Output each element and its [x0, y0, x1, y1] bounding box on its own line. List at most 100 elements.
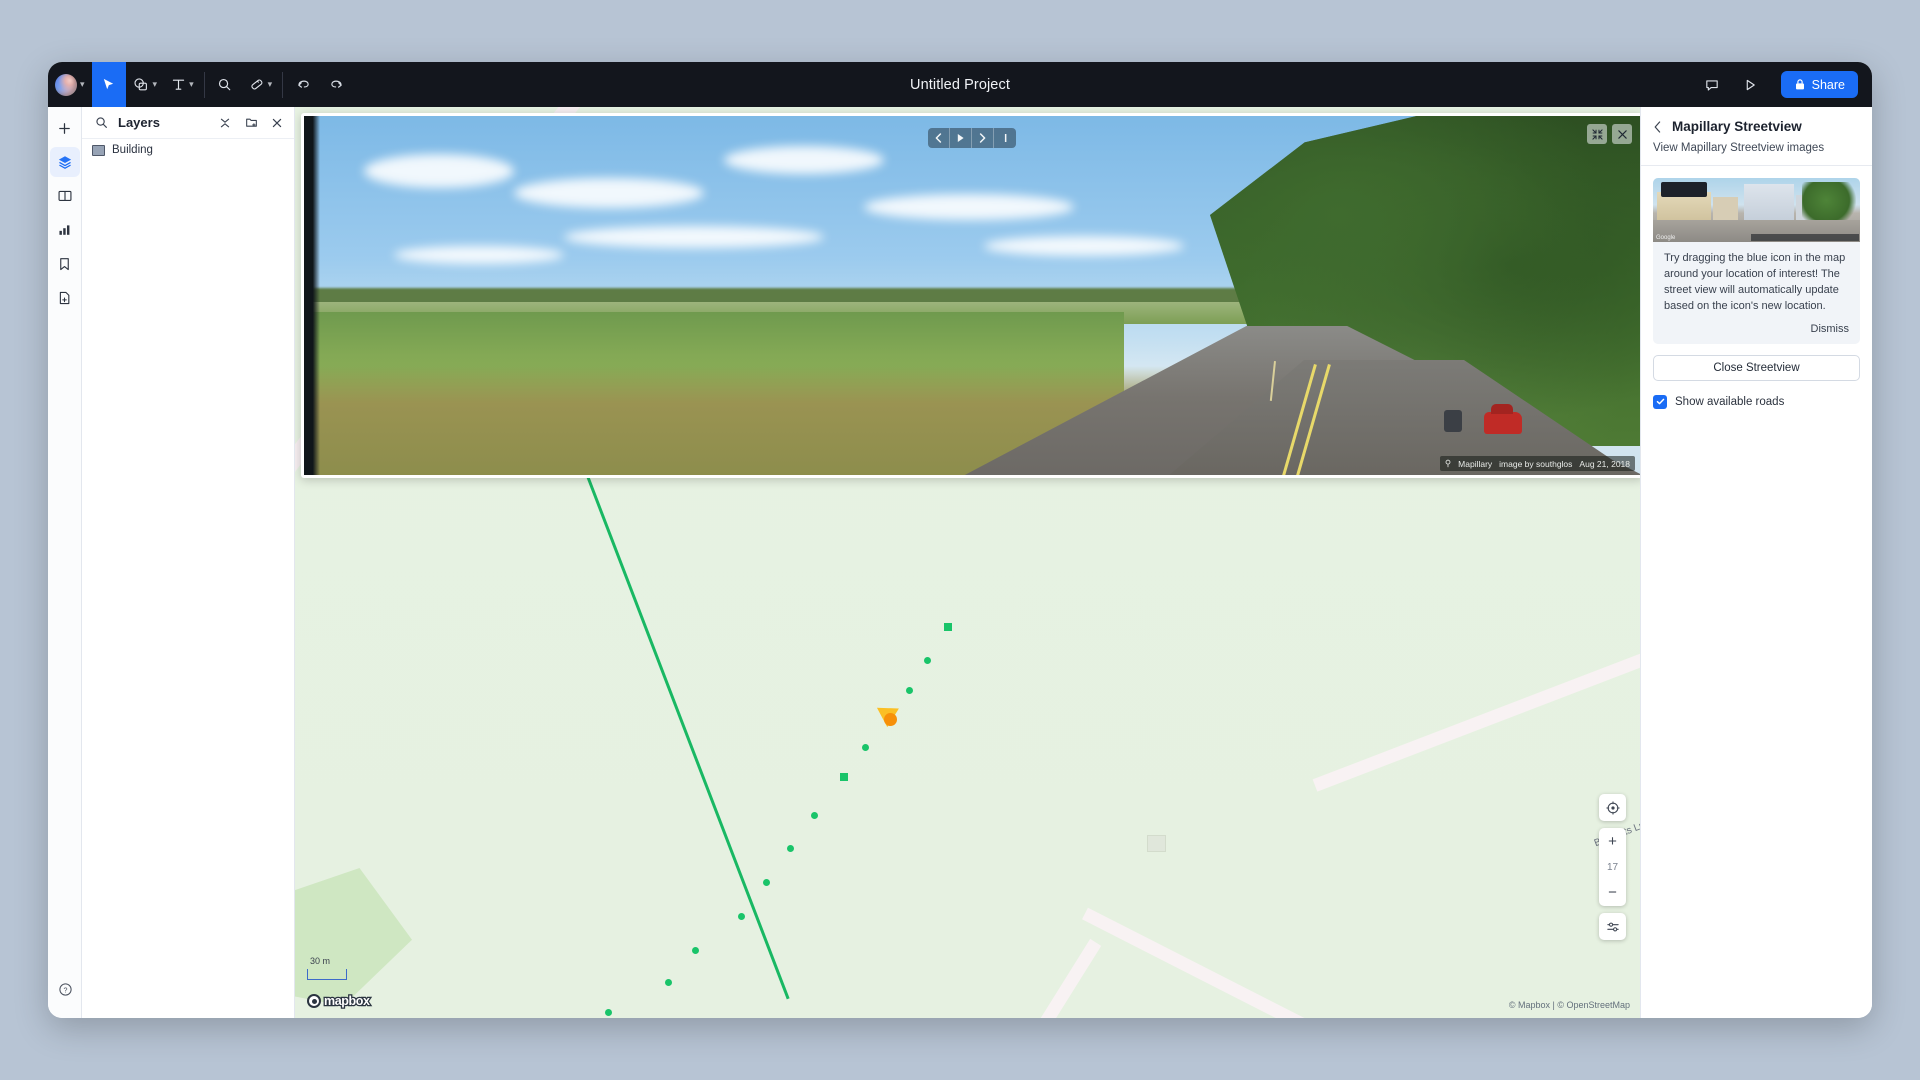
map-building [1147, 835, 1166, 852]
sequence-node[interactable] [862, 744, 869, 751]
new-folder-button[interactable] [242, 114, 260, 132]
map-zoom-out-button[interactable]: − [1599, 879, 1626, 906]
sequence-node[interactable] [787, 845, 794, 852]
chevron-down-icon: ▾ [189, 79, 194, 89]
layer-color-swatch[interactable] [92, 144, 105, 156]
streetview-play-button[interactable] [950, 128, 972, 148]
map-road-branch-3 [989, 938, 1102, 1018]
show-available-roads-row[interactable]: Show available roads [1653, 394, 1860, 409]
map-zoom-level: 17 [1606, 861, 1619, 873]
sidebar-item-layers[interactable] [49, 147, 80, 177]
chevron-down-icon: ▾ [152, 79, 158, 89]
undo-icon [298, 80, 309, 88]
app-orb-logo-icon [55, 73, 77, 96]
sequence-node[interactable] [665, 979, 672, 986]
streetview-viewer[interactable]: + − ⚲ Mapillary [304, 116, 1640, 475]
mapillary-icon: ⚲ [1444, 458, 1452, 468]
sequence-node[interactable] [906, 687, 913, 694]
map-scale-bar: 30 m [307, 956, 347, 980]
sequence-node[interactable] [840, 773, 848, 781]
map-field-polygon [295, 868, 412, 1006]
map-canvas[interactable]: Bennetts Ln [295, 107, 1640, 1018]
layers-panel-title: Layers [118, 115, 160, 130]
text-icon [172, 79, 185, 90]
streetview-next-button[interactable] [972, 128, 994, 148]
share-label: Share [1811, 77, 1845, 92]
comment-button[interactable] [1695, 62, 1729, 107]
layer-label: Building [112, 144, 153, 156]
sequence-node[interactable] [692, 947, 699, 954]
right-panel-header: Mapillary Streetview [1641, 107, 1872, 142]
sequence-node[interactable] [944, 623, 952, 631]
close-panel-button[interactable] [268, 114, 286, 132]
map-controls: + 17 − [1599, 794, 1626, 940]
file-plus-icon [59, 291, 70, 305]
map-zoom-in-button[interactable]: + [1599, 828, 1626, 855]
share-button[interactable]: Share [1780, 71, 1858, 98]
app-window: ▾ ▾ ▾ ▾ Untitled Project Share ? Layers … [48, 62, 1872, 1018]
streetview-pause-button[interactable] [994, 128, 1016, 148]
sidebar-item-bookmarks[interactable] [50, 249, 80, 279]
layer-search-button[interactable] [92, 114, 110, 132]
new-folder-icon [245, 118, 257, 127]
sequence-node[interactable] [763, 879, 770, 886]
cursor-icon [103, 78, 114, 90]
desktop-background: ▾ ▾ ▾ ▾ Untitled Project Share ? Layers … [0, 0, 1920, 1080]
redo-icon [331, 80, 342, 88]
streetview-prev-button[interactable] [928, 128, 950, 148]
toolbar-divider [203, 71, 205, 98]
sidebar-item-new-page[interactable] [50, 283, 80, 313]
list-item[interactable]: Building [82, 139, 294, 161]
play-icon [957, 134, 964, 142]
streetview-close-button[interactable] [1612, 124, 1632, 144]
play-icon [1746, 79, 1755, 90]
sliders-icon [1606, 922, 1619, 931]
right-panel: Mapillary Streetview View Mapillary Stre… [1640, 107, 1872, 1018]
pause-icon [1004, 134, 1006, 142]
measure-tool[interactable]: ▾ [242, 62, 280, 107]
map-attribution[interactable]: © Mapbox | © OpenStreetMap [1509, 1000, 1630, 1010]
app-menu-button[interactable]: ▾ [48, 62, 92, 107]
text-tool[interactable]: ▾ [164, 62, 201, 107]
close-streetview-button[interactable]: Close Streetview [1653, 354, 1860, 381]
show-roads-checkbox[interactable] [1653, 394, 1667, 409]
search-tool[interactable] [208, 62, 242, 107]
streetview-left-edge [304, 116, 320, 475]
chevron-left-icon [935, 133, 942, 143]
layers-panel: Layers Building [82, 107, 295, 1018]
streetview-position-marker[interactable] [884, 713, 897, 726]
redo-button[interactable] [320, 62, 354, 107]
map-road-bennetts [1312, 614, 1640, 792]
map-sequence-line[interactable] [586, 475, 790, 1000]
sequence-node[interactable] [738, 913, 745, 920]
help-button[interactable]: ? [50, 974, 80, 1004]
shape-tool[interactable]: ▾ [126, 62, 165, 107]
present-button[interactable] [1733, 62, 1767, 107]
left-rail: ? [48, 107, 82, 1018]
sequence-node[interactable] [811, 812, 818, 819]
right-panel-subtitle: View Mapillary Streetview images [1641, 142, 1872, 166]
undo-button[interactable] [286, 62, 320, 107]
streetview-minimize-button[interactable] [1587, 124, 1607, 144]
sequence-node[interactable] [924, 657, 931, 664]
streetview-panel: + − ⚲ Mapillary [301, 113, 1640, 478]
geolocate-button[interactable] [1599, 794, 1626, 821]
layers-icon [58, 156, 71, 169]
map-settings-button[interactable] [1599, 913, 1626, 940]
streetview-credit: image by southglos [1499, 458, 1573, 469]
sidebar-item-basemap[interactable] [50, 181, 80, 211]
search-icon [95, 117, 107, 128]
book-icon [58, 190, 71, 201]
sequence-node[interactable] [605, 1009, 612, 1016]
select-tool[interactable] [91, 62, 126, 107]
sidebar-item-analysis[interactable] [50, 215, 80, 245]
add-button[interactable] [50, 113, 80, 143]
collapse-all-button[interactable] [216, 114, 234, 132]
chevron-right-icon [979, 133, 986, 143]
mapbox-logo[interactable]: mapbox [307, 993, 371, 1009]
tip-dismiss-button[interactable]: Dismiss [1653, 319, 1860, 344]
right-panel-back-button[interactable] [1653, 120, 1662, 133]
toolbar-divider [282, 71, 284, 98]
svg-text:?: ? [63, 986, 67, 994]
search-icon [219, 78, 231, 91]
